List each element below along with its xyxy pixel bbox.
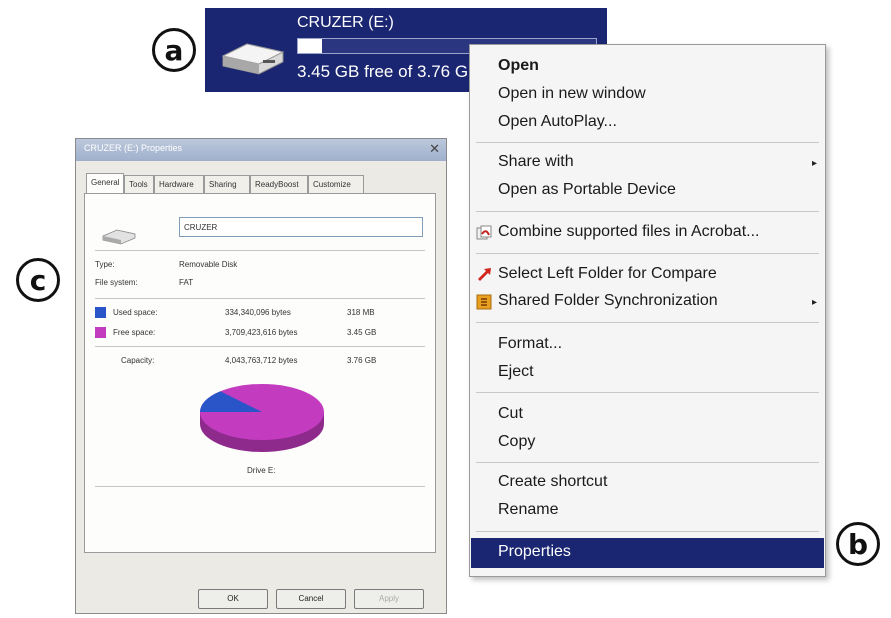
menu-item-shared-folder-sync[interactable]: Shared Folder Synchronization <box>476 292 718 310</box>
dialog-title: CRUZER (E:) Properties <box>84 143 183 153</box>
type-label: Type: <box>95 260 115 269</box>
file-system-value: FAT <box>179 278 194 287</box>
divider <box>95 486 425 487</box>
menu-separator <box>476 211 819 212</box>
figure-label-a: a <box>152 28 196 72</box>
menu-item-format[interactable]: Format... <box>498 335 562 353</box>
figure-label-c: c <box>16 258 60 302</box>
drive-name: CRUZER (E:) <box>297 14 394 31</box>
menu-item-label: Select Left Folder for Compare <box>498 265 717 282</box>
menu-item-select-left-folder[interactable]: Select Left Folder for Compare <box>478 265 717 283</box>
disk-usage-pie-chart <box>200 384 324 452</box>
divider <box>95 250 425 251</box>
general-tab-panel: CRUZER Type: Removable Disk File system:… <box>84 193 436 553</box>
menu-item-combine-acrobat[interactable]: Combine supported files in Acrobat... <box>476 223 760 241</box>
figure-label-b: b <box>836 522 880 566</box>
drive-label-input[interactable]: CRUZER <box>179 217 423 237</box>
used-space-size: 318 MB <box>347 308 375 317</box>
submenu-arrow-icon: ▸ <box>811 297 817 308</box>
type-value: Removable Disk <box>179 260 238 269</box>
tab-hardware[interactable]: Hardware <box>154 175 204 193</box>
capacity-label: Capacity: <box>121 356 155 365</box>
tab-readyboost[interactable]: ReadyBoost <box>250 175 308 193</box>
menu-item-open-portable-device[interactable]: Open as Portable Device <box>498 181 676 199</box>
capacity-bytes: 4,043,763,712 bytes <box>225 356 298 365</box>
drive-caption: Drive E: <box>247 466 276 475</box>
cancel-button[interactable]: Cancel <box>276 589 346 609</box>
menu-item-share-with[interactable]: Share with <box>498 153 574 171</box>
menu-item-open-autoplay[interactable]: Open AutoPlay... <box>498 113 617 131</box>
menu-separator <box>476 392 819 393</box>
usb-drive-icon <box>102 229 136 245</box>
drive-free-space: 3.45 GB free of 3.76 GB <box>297 62 480 81</box>
tab-customize[interactable]: Customize <box>308 175 364 193</box>
menu-item-copy[interactable]: Copy <box>498 433 535 451</box>
dialog-titlebar[interactable]: CRUZER (E:) Properties ✕ <box>76 139 446 161</box>
free-space-bytes: 3,709,423,616 bytes <box>225 328 298 337</box>
tab-sharing[interactable]: Sharing <box>204 175 250 193</box>
usb-drive-icon <box>221 43 285 75</box>
apply-button[interactable]: Apply <box>354 589 424 609</box>
properties-dialog: CRUZER (E:) Properties ✕ General Tools H… <box>75 138 447 614</box>
capacity-size: 3.76 GB <box>347 356 377 365</box>
free-space-size: 3.45 GB <box>347 328 377 337</box>
used-space-swatch <box>95 307 106 318</box>
menu-item-open-new-window[interactable]: Open in new window <box>498 85 646 103</box>
menu-item-open[interactable]: Open <box>498 57 539 75</box>
acrobat-icon <box>476 225 492 240</box>
tab-tools[interactable]: Tools <box>124 175 154 193</box>
menu-item-rename[interactable]: Rename <box>498 501 558 519</box>
sync-icon <box>476 294 492 310</box>
close-icon[interactable]: ✕ <box>429 141 440 157</box>
free-space-label: Free space: <box>113 328 156 337</box>
tab-general[interactable]: General <box>86 173 124 194</box>
used-space-label: Used space: <box>113 308 158 317</box>
compare-arrow-icon <box>478 268 491 281</box>
menu-item-cut[interactable]: Cut <box>498 405 523 423</box>
menu-item-eject[interactable]: Eject <box>498 363 534 381</box>
menu-item-label: Combine supported files in Acrobat... <box>498 223 760 240</box>
menu-separator <box>476 253 819 254</box>
menu-separator <box>476 142 819 143</box>
free-space-swatch <box>95 327 106 338</box>
drive-usage-bar-fill <box>298 39 322 53</box>
file-system-label: File system: <box>95 278 138 287</box>
menu-separator <box>476 322 819 323</box>
context-menu: Open Open in new window Open AutoPlay...… <box>469 44 826 577</box>
menu-item-create-shortcut[interactable]: Create shortcut <box>498 473 607 491</box>
menu-separator <box>476 462 819 463</box>
ok-button[interactable]: OK <box>198 589 268 609</box>
submenu-arrow-icon: ▸ <box>811 158 817 169</box>
menu-separator <box>476 531 819 532</box>
menu-item-label: Shared Folder Synchronization <box>498 292 718 309</box>
divider <box>95 346 425 347</box>
divider <box>95 298 425 299</box>
used-space-bytes: 334,340,096 bytes <box>225 308 291 317</box>
menu-item-properties[interactable]: Properties <box>498 543 571 561</box>
